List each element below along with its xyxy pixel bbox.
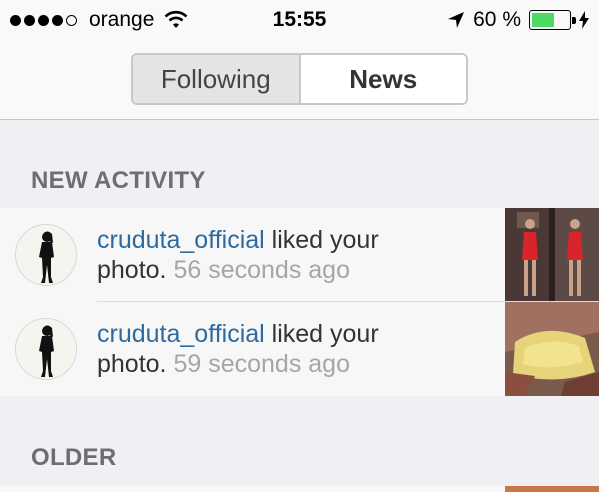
activity-row-partial[interactable]: [0, 486, 599, 492]
photo-image: [505, 208, 599, 302]
segmented-control: Following News: [131, 53, 468, 105]
battery-icon: [529, 10, 576, 30]
photo-thumbnail[interactable]: [505, 486, 599, 492]
username-link[interactable]: cruduta_official: [97, 226, 265, 254]
status-bar: orange 15:55 60 %: [0, 0, 599, 40]
tab-news[interactable]: News: [298, 55, 466, 103]
avatar[interactable]: [15, 224, 77, 286]
battery-level: [532, 13, 554, 27]
activity-text: cruduta_official liked your photo. 59 se…: [97, 319, 497, 379]
charging-bolt-icon: [579, 11, 589, 29]
activity-row[interactable]: cruduta_official liked your photo. 56 se…: [0, 208, 599, 302]
section-header-new-activity: NEW ACTIVITY: [31, 167, 206, 194]
status-right: 60 %: [447, 8, 589, 32]
person-silhouette-icon: [39, 231, 54, 283]
activity-row[interactable]: cruduta_official liked your photo. 59 se…: [0, 302, 599, 396]
battery-percent: 60 %: [473, 8, 521, 31]
activity-action: liked your: [264, 320, 379, 348]
photo-thumbnail[interactable]: [505, 302, 599, 396]
photo-thumbnail[interactable]: [505, 208, 599, 302]
activity-action-cont: photo.: [97, 350, 167, 378]
activity-action-cont: photo.: [97, 256, 167, 284]
battery-tip: [572, 17, 576, 24]
time-ago: 59 seconds ago: [173, 350, 350, 378]
person-silhouette-icon: [39, 325, 54, 377]
location-arrow-icon: [448, 12, 465, 28]
screen: orange 15:55 60 % Following News NEW ACT…: [0, 0, 599, 492]
activity-text: cruduta_official liked your photo. 56 se…: [97, 225, 497, 285]
avatar[interactable]: [15, 318, 77, 380]
username-link[interactable]: cruduta_official: [97, 320, 265, 348]
activity-action: liked your: [264, 226, 379, 254]
tab-following[interactable]: Following: [133, 55, 299, 103]
section-header-older: OLDER: [31, 444, 117, 471]
photo-image: [505, 302, 599, 396]
time-ago: 56 seconds ago: [173, 256, 350, 284]
nav-bar: Following News: [0, 40, 599, 120]
